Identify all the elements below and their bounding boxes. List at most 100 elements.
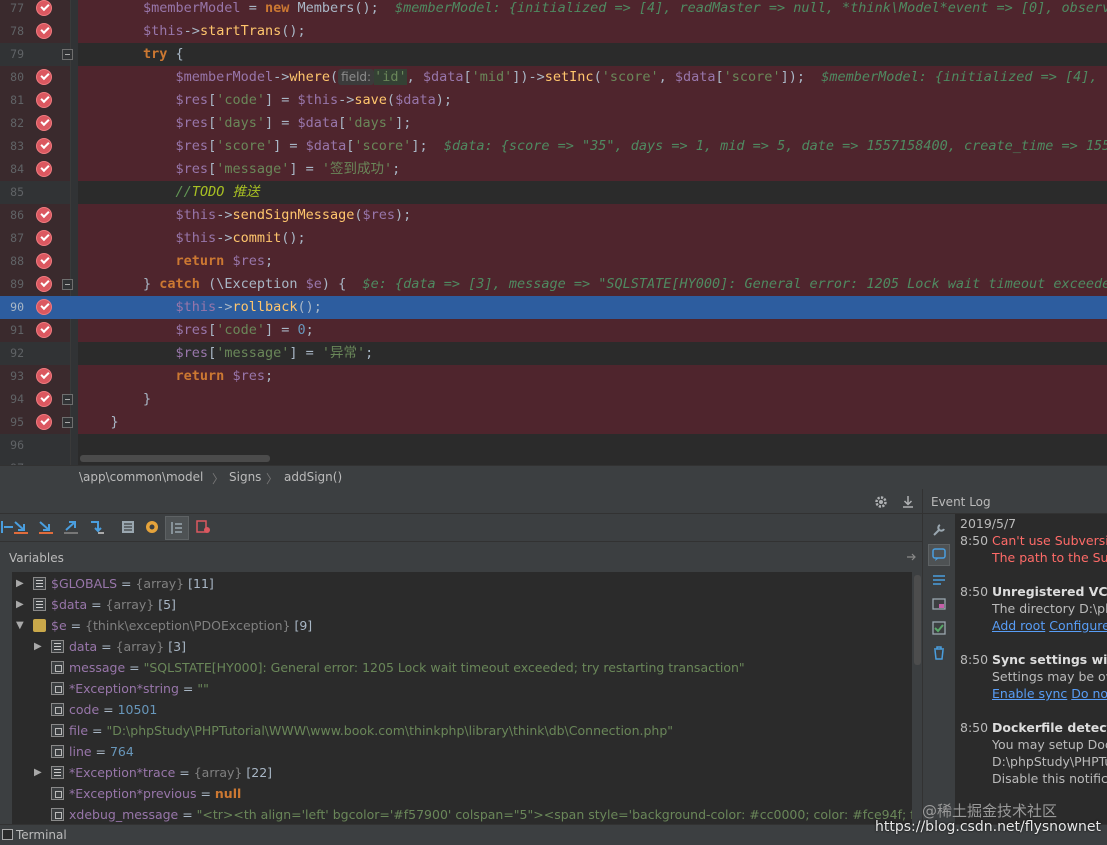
code-line[interactable]: 91 $res['code'] = 0;	[0, 319, 1107, 342]
current-execution-line[interactable]: 90 $this->rollback();	[0, 296, 1107, 319]
event-action-link[interactable]: Enable sync	[992, 686, 1067, 701]
code-line[interactable]: 85 //TODO 推送	[0, 181, 1107, 204]
variable-row[interactable]: ▶ $GLOBALS = {array} [11]	[12, 574, 912, 595]
breakpoint-icon[interactable]	[36, 368, 52, 384]
breakpoint-icon[interactable]	[36, 391, 52, 407]
expand-arrow-icon[interactable]: ▶	[34, 641, 42, 652]
evaluate-expression-icon[interactable]	[120, 519, 136, 535]
code-line[interactable]: 79 try {	[0, 43, 1107, 66]
variable-row[interactable]: ▼ $e = {think\exception\PDOException} [9]	[12, 616, 912, 637]
trash-icon[interactable]	[931, 645, 947, 661]
breakpoint-icon[interactable]	[36, 0, 52, 16]
expand-arrow-icon[interactable]: ▶	[16, 599, 24, 610]
event-action-link[interactable]: Configure	[1049, 618, 1107, 633]
variable-row[interactable]: code = 10501	[12, 700, 912, 721]
code-line[interactable]: 94 }	[0, 388, 1107, 411]
code-line[interactable]: 80 $memberModel->where(field:'id', $data…	[0, 66, 1107, 89]
breakpoint-icon[interactable]	[36, 414, 52, 430]
code-line[interactable]: 77 $memberModel = new Members(); $member…	[0, 0, 1107, 20]
variable-count: [3]	[164, 639, 186, 654]
code-editor[interactable]: 77 $memberModel = new Members(); $member…	[0, 0, 1107, 465]
breakpoint-icon[interactable]	[36, 138, 52, 154]
code-token: );	[395, 207, 412, 223]
fold-toggle-icon[interactable]	[62, 279, 73, 290]
code-line[interactable]: 84 $res['message'] = '签到成功';	[0, 158, 1107, 181]
code-line[interactable]: 89 } catch (\Exception $e) { $e: {data =…	[0, 273, 1107, 296]
code-line[interactable]: 96	[0, 434, 1107, 457]
watch-icon[interactable]	[144, 519, 160, 535]
variable-row[interactable]: xdebug_message = "<tr><th align='left' b…	[12, 805, 912, 824]
variable-row[interactable]: *Exception*previous = null	[12, 784, 912, 805]
expand-arrow-icon[interactable]: ▶	[34, 767, 42, 778]
code-token: ->	[183, 23, 200, 39]
breakpoint-icon[interactable]	[36, 299, 52, 315]
run-to-cursor-icon[interactable]	[89, 519, 105, 535]
variable-text: message = "SQLSTATE[HY000]: General erro…	[69, 660, 745, 675]
code-line[interactable]: 86 $this->sendSignMessage($res);	[0, 204, 1107, 227]
step-out-icon[interactable]	[63, 519, 79, 535]
code-line[interactable]: 81 $res['code'] = $this->save($data);	[0, 89, 1107, 112]
code-line[interactable]: 95 }	[0, 411, 1107, 434]
mark-read-icon[interactable]	[931, 596, 947, 612]
step-over-icon[interactable]	[13, 519, 29, 535]
settings-gear-icon[interactable]	[873, 494, 889, 510]
variable-row[interactable]: ▶ *Exception*trace = {array} [22]	[12, 763, 912, 784]
breakpoint-icon[interactable]	[36, 276, 52, 292]
breadcrumb-class[interactable]: Signs	[229, 470, 261, 484]
terminal-tab[interactable]: Terminal	[16, 828, 67, 842]
breakpoint-icon[interactable]	[36, 69, 52, 85]
variable-row[interactable]: line = 764	[12, 742, 912, 763]
collapse-arrow-icon[interactable]: ▼	[16, 620, 24, 631]
hide-panel-icon[interactable]	[901, 494, 915, 510]
breadcrumb: \app\common\model 〉 Signs 〉 addSign()	[0, 465, 1107, 489]
variable-row[interactable]: ▶ $data = {array} [5]	[12, 595, 912, 616]
code-line[interactable]: 93 return $res;	[0, 365, 1107, 388]
code-token: (	[386, 92, 396, 108]
breakpoint-icon[interactable]	[36, 230, 52, 246]
breadcrumb-method[interactable]: addSign()	[284, 470, 342, 484]
frames-strip[interactable]	[0, 572, 12, 824]
code-line[interactable]: 92 $res['message'] = '异常';	[0, 342, 1107, 365]
breakpoint-icon[interactable]	[36, 115, 52, 131]
toggle-inline-values-button[interactable]	[165, 516, 189, 540]
fold-toggle-icon[interactable]	[62, 394, 73, 405]
breakpoint-icon[interactable]	[36, 92, 52, 108]
code-line[interactable]: 78 $this->startTrans();	[0, 20, 1107, 43]
checklist-icon[interactable]	[931, 620, 947, 636]
soft-wrap-toggle[interactable]	[928, 544, 950, 566]
code-line[interactable]: 87 $this->commit();	[0, 227, 1107, 250]
variable-row[interactable]: *Exception*string = ""	[12, 679, 912, 700]
code-text: $memberModel = new Members(); $memberMod…	[78, 0, 1107, 17]
code-token: ];	[395, 115, 412, 131]
variable-row[interactable]: ▶ data = {array} [3]	[12, 637, 912, 658]
breakpoint-icon[interactable]	[36, 253, 52, 269]
variable-row[interactable]: message = "SQLSTATE[HY000]: General erro…	[12, 658, 912, 679]
scroll-to-end-icon[interactable]	[931, 572, 947, 588]
field-icon	[51, 745, 64, 758]
fold-toggle-icon[interactable]	[62, 417, 73, 428]
variables-scrollbar[interactable]	[914, 575, 921, 665]
breadcrumb-path[interactable]: \app\common\model	[79, 470, 203, 484]
line-number: 83	[10, 139, 24, 153]
breakpoint-icon[interactable]	[36, 207, 52, 223]
variables-tree[interactable]: ▶ $GLOBALS = {array} [11] ▶ $data = {array}…	[12, 572, 912, 824]
variable-row[interactable]: file = "D:\phpStudy\PHPTutorial\WWW\www.…	[12, 721, 912, 742]
pin-icon[interactable]	[906, 553, 918, 561]
code-line[interactable]: 88 return $res;	[0, 250, 1107, 273]
code-token: $e	[305, 276, 322, 292]
code-line[interactable]: 83 $res['score'] = $data['score']; $data…	[0, 135, 1107, 158]
expand-arrow-icon[interactable]: ▶	[16, 578, 24, 589]
breakpoint-icon[interactable]	[36, 23, 52, 39]
event-action-link[interactable]: Add root	[992, 618, 1045, 633]
code-line[interactable]: 82 $res['days'] = $data['days'];	[0, 112, 1107, 135]
terminal-icon[interactable]	[2, 829, 13, 840]
breakpoint-icon[interactable]	[36, 161, 52, 177]
step-into-icon[interactable]	[38, 519, 54, 535]
restore-breakpoint-icon[interactable]	[195, 519, 211, 535]
event-action-link[interactable]: Do not	[1071, 686, 1107, 701]
fold-toggle-icon[interactable]	[62, 49, 73, 60]
horizontal-scrollbar[interactable]	[80, 455, 270, 462]
breakpoint-icon[interactable]	[36, 322, 52, 338]
wrench-icon[interactable]	[931, 522, 947, 538]
